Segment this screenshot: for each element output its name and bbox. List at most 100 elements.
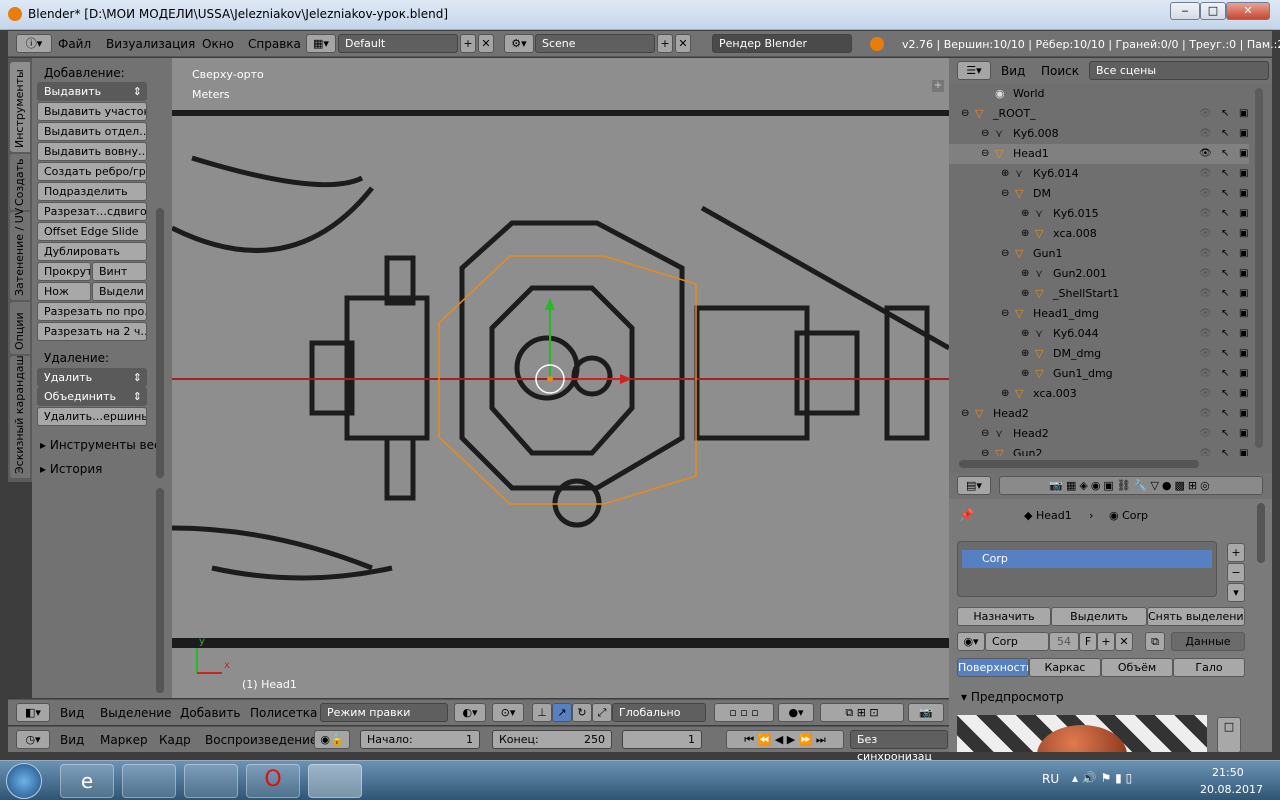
close-button[interactable]: ✕ (1226, 2, 1270, 20)
visibility-icon[interactable]: 👁 (1199, 124, 1212, 144)
expand-toggle-icon[interactable]: ⊖ (981, 444, 989, 456)
tab-surface[interactable]: Поверхность (957, 658, 1029, 677)
selectable-icon[interactable]: ↖ (1221, 444, 1229, 456)
translate-icon[interactable]: ↗ (552, 703, 572, 722)
preview-range-icon[interactable]: ◉🔒 (314, 730, 350, 749)
visibility-icon[interactable]: 👁 (1199, 144, 1212, 164)
outliner-hscrollbar[interactable] (959, 460, 1199, 468)
render-icon[interactable]: ▣ (1239, 424, 1248, 444)
blender-taskbar-icon[interactable] (308, 764, 362, 798)
tab-wire[interactable]: Каркас (1029, 658, 1101, 677)
render-icon[interactable]: ▣ (1239, 184, 1248, 204)
tab-options[interactable]: Опции (10, 302, 30, 354)
selectable-icon[interactable]: ↖ (1221, 184, 1229, 204)
selectable-icon[interactable]: ↖ (1221, 144, 1229, 164)
menu-search[interactable]: Поиск (1041, 64, 1079, 78)
editor-type-icon[interactable]: ⓘ▾ (16, 34, 52, 53)
duplicate-button[interactable]: Дублировать (37, 242, 147, 261)
sync-select[interactable]: Без синхронизац (850, 730, 948, 763)
start-frame-field[interactable]: Начало: 1 (360, 730, 480, 749)
knife-button[interactable]: Нож (37, 282, 91, 301)
visibility-icon[interactable]: 👁 (1199, 424, 1212, 444)
explorer-taskbar-icon[interactable] (122, 764, 176, 798)
outliner-row[interactable]: ⊕ ▽ хса.008 👁 ↖ ▣ (949, 224, 1249, 244)
preview-type-buttons[interactable]: □ (1217, 717, 1241, 752)
selectable-icon[interactable]: ↖ (1221, 304, 1229, 324)
expand-toggle-icon[interactable]: ⊖ (961, 104, 969, 124)
render-icon[interactable]: ▣ (1239, 444, 1248, 456)
visibility-icon[interactable]: 👁 (1199, 284, 1212, 304)
expand-toggle-icon[interactable]: ⊕ (1021, 324, 1029, 344)
outliner-row[interactable]: ⊕ ⋎ Куб.044 👁 ↖ ▣ (949, 324, 1249, 344)
expand-toggle-icon[interactable]: ⊕ (1021, 204, 1029, 224)
outliner-row[interactable]: ⊕ ▽ DM_dmg 👁 ↖ ▣ (949, 344, 1249, 364)
render-icon[interactable]: ▣ (1239, 124, 1248, 144)
make-edge-face-button[interactable]: Создать ребро/гр… (37, 162, 147, 181)
expand-toggle-icon[interactable]: ⊕ (1001, 384, 1009, 404)
outliner-row[interactable]: ⊖ ▽ DM 👁 ↖ ▣ (949, 184, 1249, 204)
tab-volume[interactable]: Объём (1101, 658, 1173, 677)
ie-taskbar-icon[interactable]: e (60, 764, 114, 798)
selectable-icon[interactable]: ↖ (1221, 244, 1229, 264)
material-slot-item[interactable]: Corp (962, 550, 1212, 568)
outliner-row[interactable]: ⊖ ⋎ Куб.008 👁 ↖ ▣ (949, 124, 1249, 144)
render-icon[interactable]: ▣ (1239, 264, 1248, 284)
render-icon[interactable]: ▣ (1239, 364, 1248, 384)
end-frame-field[interactable]: Конец: 250 (492, 730, 612, 749)
visibility-icon[interactable]: 👁 (1199, 224, 1212, 244)
editor-type-icon[interactable]: ◷▾ (16, 730, 50, 749)
render-icon[interactable]: ▣ (1239, 304, 1248, 324)
menu-window[interactable]: Окно (202, 37, 234, 51)
render-icon[interactable]: ▣ (1239, 344, 1248, 364)
selectable-icon[interactable]: ↖ (1221, 284, 1229, 304)
orientation-select[interactable]: Глобально (612, 703, 706, 722)
tab-shading-uv[interactable]: Затенение / UV (10, 208, 30, 300)
selectable-icon[interactable]: ↖ (1221, 404, 1229, 424)
screw-button[interactable]: Винт (92, 262, 147, 281)
new-material-button[interactable]: + (1097, 632, 1115, 651)
selectable-icon[interactable]: ↖ (1221, 344, 1229, 364)
weight-tools-panel[interactable]: ▸ Инструменты вес (40, 438, 161, 452)
visibility-icon[interactable]: 👁 (1199, 204, 1212, 224)
inset-button[interactable]: Выдавить вовну… (37, 142, 147, 161)
fake-user-button[interactable]: F (1079, 632, 1097, 651)
expand-toggle-icon[interactable]: ⊖ (981, 144, 989, 164)
extrude-region-button[interactable]: Выдавить участок (37, 102, 147, 121)
material-browse-icon[interactable]: ◉▾ (957, 632, 985, 651)
outliner-row[interactable]: ⊖ ▽ Head2 👁 ↖ ▣ (949, 404, 1249, 424)
expand-toggle-icon[interactable]: ⊖ (961, 404, 969, 424)
merge-dropdown[interactable]: Объединить ⇕ (37, 387, 147, 406)
loop-cut-slide-button[interactable]: Разрезат…сдвигом (37, 202, 147, 221)
start-button[interactable] (6, 763, 42, 799)
menu-select[interactable]: Выделение (100, 706, 171, 720)
manipulator-icon[interactable]: ⊥ (532, 703, 552, 722)
playback-controls[interactable]: ⏮ ⏪ ◀ ▶ ⏩ ⏭ (726, 730, 844, 749)
visibility-icon[interactable]: 👁 (1199, 404, 1212, 424)
properties-scrollbar[interactable] (1257, 503, 1265, 563)
outliner-row[interactable]: ⊕ ⋎ Gun2.001 👁 ↖ ▣ (949, 264, 1249, 284)
link-select[interactable]: Данные (1171, 632, 1245, 651)
layout-remove-button[interactable]: ✕ (478, 34, 494, 53)
outliner-scrollbar[interactable] (1255, 88, 1263, 448)
menu-playback[interactable]: Воспроизведение (205, 733, 317, 747)
visibility-icon[interactable]: 👁 (1199, 324, 1212, 344)
visibility-icon[interactable]: 👁 (1199, 304, 1212, 324)
outliner-row[interactable]: ⊖ ▽ Gun2 👁 ↖ ▣ (949, 444, 1249, 456)
render-icon[interactable]: ▣ (1239, 384, 1248, 404)
tab-halo[interactable]: Гало (1173, 658, 1245, 677)
menu-view[interactable]: Вид (1001, 64, 1025, 78)
remove-slot-button[interactable]: − (1227, 563, 1245, 582)
menu-help[interactable]: Справка (248, 37, 301, 51)
editor-type-icon[interactable]: ◧▾ (16, 703, 50, 722)
knife-project-button[interactable]: Разрезать по про… (37, 302, 147, 321)
render-icon[interactable]: ▣ (1239, 224, 1248, 244)
rotate-icon[interactable]: ↻ (572, 703, 592, 722)
assign-button[interactable]: Назначить (957, 607, 1051, 626)
render-icon[interactable]: ▣ (1239, 244, 1248, 264)
expand-toggle-icon[interactable]: ⊖ (981, 124, 989, 144)
visibility-icon[interactable]: 👁 (1199, 264, 1212, 284)
context-tabs[interactable]: 📷▦◈◉▣⛓🔧▽●▩⊞◎ (999, 476, 1263, 495)
preview-panel-header[interactable]: ▾ Предпросмотр (961, 690, 1064, 704)
offset-edge-slide-button[interactable]: Offset Edge Slide (37, 222, 147, 241)
select-mode-icons[interactable]: ▫ ▫ ▫ (714, 703, 774, 722)
